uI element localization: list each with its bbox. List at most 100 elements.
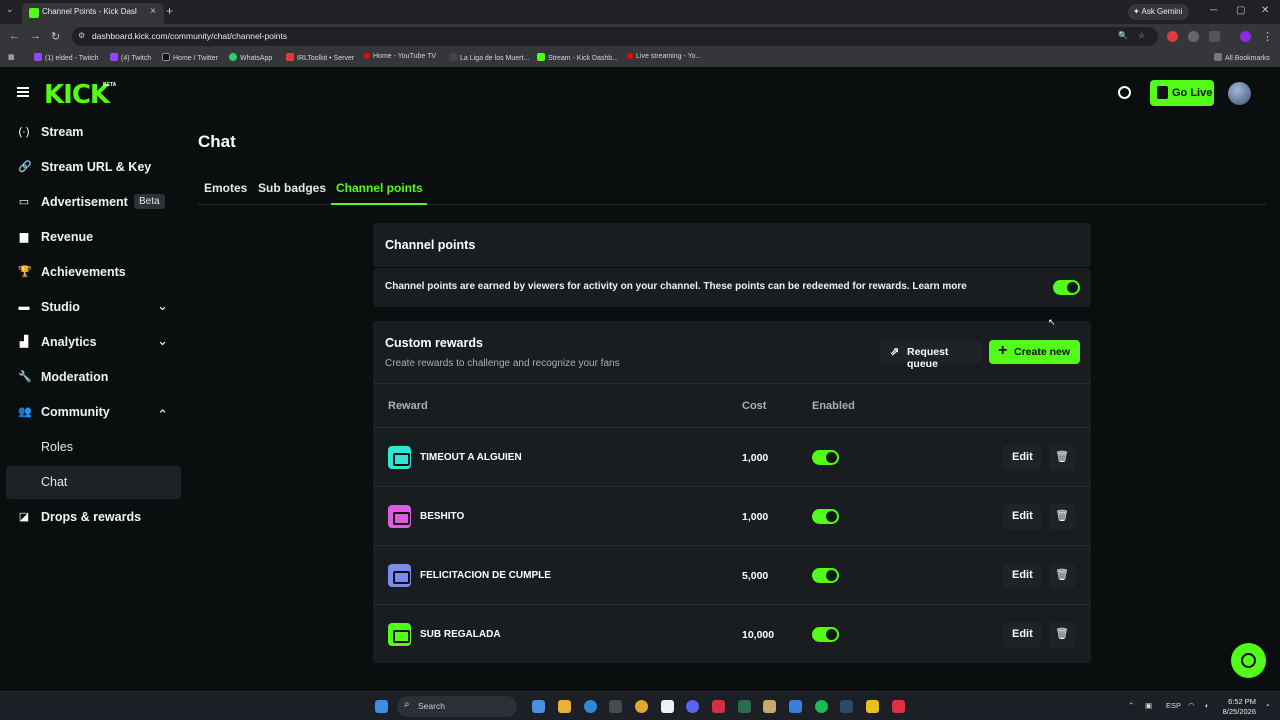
menu-icon[interactable] — [17, 87, 29, 97]
forward-icon[interactable]: → — [30, 30, 41, 42]
site-info-icon[interactable]: ⚙ — [78, 31, 85, 40]
app-icon[interactable] — [866, 700, 879, 713]
back-icon[interactable]: ← — [9, 30, 20, 42]
bookmark-item[interactable]: Home / Twitter — [162, 53, 218, 62]
trash-icon[interactable]: 🗑 — [1049, 622, 1075, 648]
bookmark-item[interactable]: Live streaming - Yo... — [627, 53, 701, 60]
steam-icon[interactable] — [840, 700, 853, 713]
maximize-icon[interactable]: ▢ — [1236, 5, 1245, 16]
bookmark-item[interactable]: Stream - Kick Dashb... — [537, 53, 618, 62]
sidebar-item-chat[interactable]: Chat — [6, 466, 181, 499]
logo-beta-label: BETA — [103, 82, 117, 88]
close-tab-icon[interactable]: × — [150, 6, 156, 17]
discord-icon[interactable] — [686, 700, 699, 713]
sidebar-item-studio[interactable]: ▬ Studio ⌄ — [6, 291, 181, 324]
profile-icon[interactable] — [1240, 31, 1251, 42]
windows-start-icon[interactable] — [375, 700, 388, 713]
reward-enabled-toggle[interactable] — [812, 509, 839, 524]
edit-button[interactable]: Edit — [1003, 445, 1041, 471]
channel-points-toggle[interactable] — [1053, 280, 1080, 295]
app-icon[interactable] — [763, 700, 776, 713]
wifi-icon[interactable]: ◠ — [1188, 701, 1195, 710]
create-new-button[interactable]: + Create new — [989, 340, 1080, 364]
app-icon[interactable] — [532, 700, 545, 713]
table-row: FELICITACION DE CUMPLE 5,000 Edit 🗑 — [373, 545, 1091, 604]
address-bar[interactable]: ⚙ dashboard.kick.com/community/chat/chan… — [72, 27, 1158, 46]
request-queue-button[interactable]: ⇗ Request queue — [880, 341, 982, 370]
edit-button[interactable]: Edit — [1003, 622, 1041, 648]
edit-button[interactable]: Edit — [1003, 504, 1041, 530]
bookmark-item[interactable]: La Liga de los Muert... — [449, 53, 529, 62]
volume-icon[interactable]: ◖ — [1204, 701, 1209, 710]
reload-icon[interactable]: ↻ — [51, 30, 60, 43]
sidebar-item-advertisement[interactable]: ▭ Advertisement Beta — [6, 186, 181, 219]
chevron-up-icon: ⌃ — [157, 407, 168, 422]
apps-grid-icon[interactable]: ▦ — [8, 53, 15, 61]
bookmark-item[interactable]: (1) elded - Twitch — [34, 53, 99, 62]
sidebar-item-revenue[interactable]: ▆ Revenue — [6, 221, 181, 254]
clock-time: 6:52 PM — [1228, 697, 1256, 706]
sidebar-item-analytics[interactable]: ▟ Analytics ⌄ — [6, 326, 181, 359]
ask-gemini-button[interactable]: ✦ Ask Gemini — [1128, 4, 1189, 20]
app-icon[interactable] — [712, 700, 725, 713]
browser-tab[interactable]: Channel Points - Kick Dashboard × — [22, 3, 164, 24]
notion-icon[interactable] — [661, 700, 674, 713]
bookmark-item[interactable]: (4) Twitch — [110, 53, 151, 62]
app-icon[interactable] — [892, 700, 905, 713]
reward-enabled-toggle[interactable] — [812, 450, 839, 465]
go-live-button[interactable]: Go Live — [1150, 80, 1214, 106]
reward-enabled-toggle[interactable] — [812, 568, 839, 583]
clock[interactable]: 6:52 PM 8/25/2026 — [1219, 697, 1256, 717]
minimize-icon[interactable]: ─ — [1210, 5, 1217, 16]
browser-menu-icon[interactable]: ⋮ — [1262, 30, 1273, 43]
zoom-icon[interactable]: 🔍 — [1118, 31, 1128, 40]
app-icon[interactable] — [789, 700, 802, 713]
file-explorer-icon[interactable] — [558, 700, 571, 713]
edge-icon[interactable] — [584, 700, 597, 713]
sidebar-item-stream[interactable]: (·) Stream — [6, 116, 181, 149]
all-bookmarks[interactable]: All Bookmarks — [1214, 53, 1270, 62]
bookmark-item[interactable]: WhatsApp — [229, 53, 272, 62]
spotify-icon[interactable] — [815, 700, 828, 713]
language-indicator[interactable]: ESP — [1166, 701, 1181, 710]
extension-record-icon[interactable] — [1167, 31, 1178, 42]
chrome-icon[interactable] — [635, 700, 648, 713]
sidebar-item-drops-rewards[interactable]: ◪ Drops & rewards — [6, 501, 181, 534]
folder-icon — [1214, 53, 1222, 61]
tab-list-button[interactable]: ⌄ — [6, 4, 14, 15]
reward-icon — [388, 505, 411, 528]
tray-chevron-icon[interactable]: ⌃ — [1128, 701, 1134, 710]
studio-icon: ▬ — [18, 301, 30, 313]
sidebar-item-roles[interactable]: Roles — [6, 431, 181, 464]
extension-icon[interactable] — [1188, 31, 1199, 42]
trash-icon[interactable]: 🗑 — [1049, 504, 1075, 530]
extensions-puzzle-icon[interactable] — [1209, 31, 1220, 42]
reward-enabled-toggle[interactable] — [812, 627, 839, 642]
app-icon[interactable] — [738, 700, 751, 713]
close-window-icon[interactable]: ✕ — [1261, 5, 1269, 16]
search-icon: ⌕ — [404, 699, 410, 710]
trash-icon[interactable]: 🗑 — [1049, 445, 1075, 471]
bookmark-item[interactable]: Home - YouTube TV — [364, 53, 436, 60]
notifications-bell-icon[interactable]: ◔ — [1265, 701, 1270, 710]
kick-logo[interactable]: KICK — [44, 80, 110, 110]
edit-button[interactable]: Edit — [1003, 563, 1041, 589]
avatar[interactable] — [1228, 82, 1251, 105]
sidebar-item-stream-url-key[interactable]: 🔗 Stream URL & Key — [6, 151, 181, 184]
tab-emotes[interactable]: Emotes — [204, 181, 247, 195]
bookmark-item[interactable]: IRLToolkit • Server — [286, 53, 354, 62]
tray-icon[interactable]: ▣ — [1145, 701, 1152, 710]
help-chat-icon[interactable] — [1231, 643, 1266, 678]
new-tab-button[interactable]: + — [166, 4, 173, 18]
notifications-icon[interactable] — [1118, 86, 1131, 99]
taskbar-search[interactable]: ⌕ Search — [397, 696, 517, 717]
tab-channel-points[interactable]: Channel points — [336, 181, 423, 195]
sidebar-item-community[interactable]: 👥 Community ⌃ — [6, 396, 181, 429]
sidebar-item-moderation[interactable]: 🔧 Moderation — [6, 361, 181, 394]
store-icon[interactable] — [609, 700, 622, 713]
sidebar-item-achievements[interactable]: 🏆 Achievements — [6, 256, 181, 289]
tab-sub-badges[interactable]: Sub badges — [258, 181, 326, 195]
bookmark-star-icon[interactable]: ☆ — [1138, 31, 1145, 40]
youtube-icon — [627, 53, 633, 59]
trash-icon[interactable]: 🗑 — [1049, 563, 1075, 589]
